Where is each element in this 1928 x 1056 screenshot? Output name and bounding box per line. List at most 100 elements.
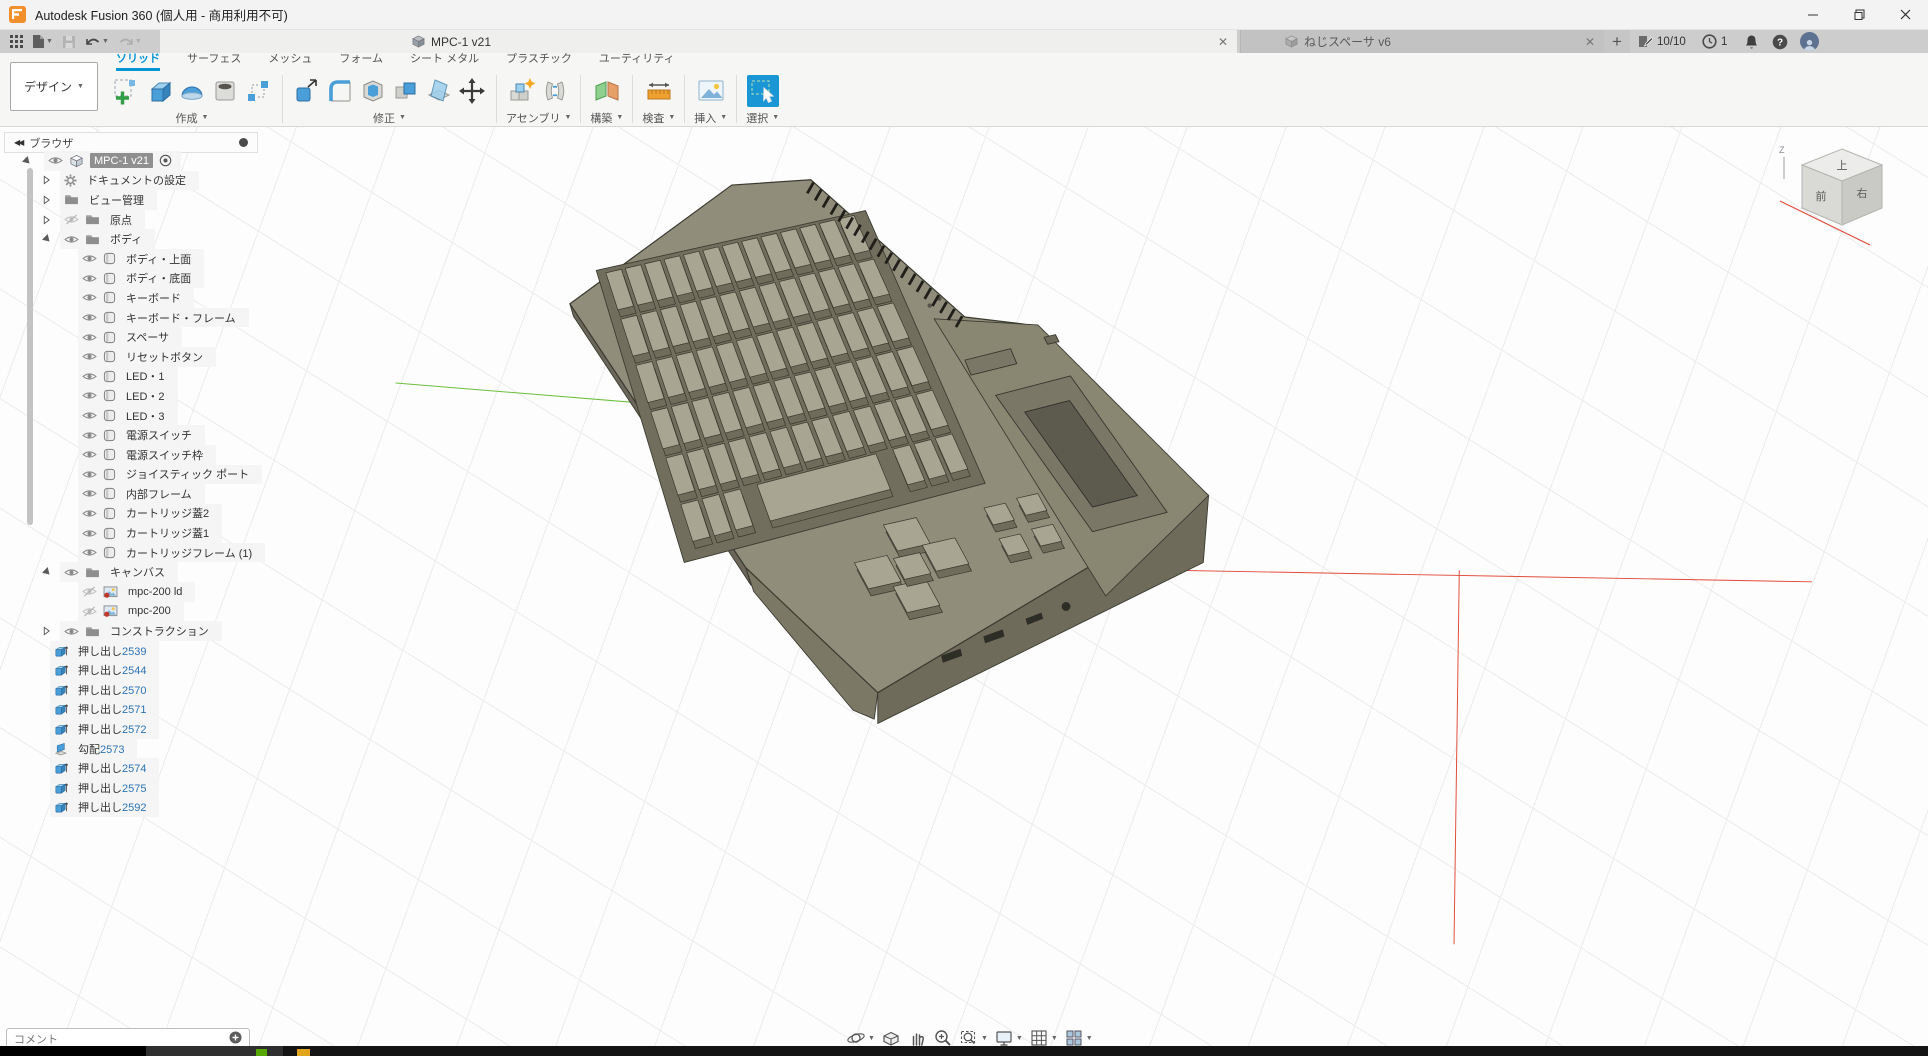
visibility-off-icon[interactable] [82, 606, 97, 617]
file-menu-icon[interactable]: ▼ [29, 34, 56, 49]
visibility-on-icon[interactable] [82, 430, 97, 441]
browser-tree-row[interactable]: 電源スイッチ [4, 425, 258, 445]
visibility-off-icon[interactable] [82, 586, 97, 597]
construction-planes-icon[interactable] [592, 76, 622, 106]
expand-closed-icon[interactable] [42, 195, 51, 205]
look-at-tool[interactable] [881, 1028, 901, 1048]
browser-tree-row[interactable]: カートリッジフレーム (1) [4, 543, 258, 563]
tab-close-icon[interactable]: ✕ [1218, 36, 1228, 48]
new-tab-button[interactable]: + [1604, 30, 1630, 53]
document-tab-mpc1[interactable]: MPC-1 v21 ✕ [160, 30, 1237, 53]
ribbon-tab-utility[interactable]: ユーティリティ [599, 50, 675, 71]
timeline-feature-row[interactable]: 押し出し2570 [4, 680, 258, 700]
visibility-on-icon[interactable] [82, 547, 97, 558]
new-component-icon[interactable] [507, 76, 537, 106]
browser-tree-row[interactable]: リセットボタン [4, 347, 258, 367]
hole-icon[interactable] [210, 76, 240, 106]
pattern-icon[interactable] [243, 76, 273, 106]
close-button[interactable] [1882, 0, 1928, 29]
maximize-button[interactable] [1836, 0, 1882, 29]
edits-quota-badge[interactable]: 10/10 [1638, 30, 1686, 53]
visibility-on-icon[interactable] [82, 351, 97, 362]
pan-tool[interactable] [907, 1028, 927, 1048]
viewcube-face-front[interactable]: 前 [1816, 189, 1827, 203]
group-label[interactable]: アセンブリ▼ [506, 110, 571, 125]
ribbon-tab-surface[interactable]: サーフェス [187, 50, 241, 71]
combine-icon[interactable] [391, 76, 421, 106]
visibility-on-icon[interactable] [82, 449, 97, 460]
visibility-on-icon[interactable] [82, 273, 97, 284]
visibility-on-icon[interactable] [82, 410, 97, 421]
visibility-on-icon[interactable] [82, 508, 97, 519]
group-label[interactable]: 検査▼ [642, 110, 675, 125]
browser-tree-row[interactable]: キーボード [4, 288, 258, 308]
undo-icon[interactable]: ▼ [82, 35, 112, 49]
browser-tree-row[interactable]: コンストラクション [4, 621, 258, 641]
browser-tree-row[interactable]: ドキュメントの設定 [4, 171, 258, 191]
help-button[interactable]: ? [1772, 30, 1788, 53]
browser-header[interactable]: ◀◀ ブラウザ [4, 132, 258, 153]
visibility-on-icon[interactable] [48, 155, 63, 166]
minimize-button[interactable] [1790, 0, 1836, 29]
viewport-canvas[interactable]: Z 上 前 右 ◀◀ ブラウザ MPC-1 v21ドキュメントの設定ビュー管理原… [0, 127, 1928, 1056]
browser-tree-row[interactable]: キャンバス [4, 562, 258, 582]
collapse-panel-icon[interactable]: ◀◀ [14, 138, 22, 147]
insert-canvas-icon[interactable] [696, 76, 726, 106]
timeline-feature-row[interactable]: 勾配2573 [4, 739, 258, 759]
group-label[interactable]: 構築▼ [590, 110, 623, 125]
measure-icon[interactable] [644, 76, 674, 106]
visibility-on-icon[interactable] [82, 488, 97, 499]
expand-closed-icon[interactable] [42, 215, 51, 225]
workspace-selector[interactable]: デザイン ▼ [10, 62, 98, 111]
browser-tree-row[interactable]: ボディ・上面 [4, 249, 258, 269]
browser-tree-row[interactable]: MPC-1 v21 [4, 151, 258, 171]
move-icon[interactable] [457, 76, 487, 106]
expand-closed-icon[interactable] [42, 175, 51, 185]
visibility-on-icon[interactable] [82, 312, 97, 323]
shell-icon[interactable] [358, 76, 388, 106]
timeline-feature-row[interactable]: 押し出し2572 [4, 719, 258, 739]
revolve-icon[interactable] [177, 76, 207, 106]
fit-tool[interactable]: ▼ [959, 1028, 988, 1048]
timeline-feature-row[interactable]: 押し出し2592 [4, 798, 258, 818]
browser-tree-row[interactable]: 電源スイッチ枠 [4, 445, 258, 465]
browser-tree-row[interactable]: ジョイスティック ポート [4, 465, 258, 485]
orbit-tool[interactable]: ▼ [846, 1028, 875, 1048]
select-icon[interactable] [747, 75, 779, 107]
browser-tree-row[interactable]: ボディ・底面 [4, 269, 258, 289]
group-label[interactable]: 作成▼ [176, 110, 209, 125]
viewcube-face-top[interactable]: 上 [1837, 159, 1848, 172]
expand-closed-icon[interactable] [42, 626, 51, 636]
viewports-tool[interactable]: ▼ [1064, 1028, 1093, 1048]
fillet-icon[interactable] [325, 76, 355, 106]
ribbon-tab-solid[interactable]: ソリッド [116, 50, 160, 71]
expand-open-icon[interactable] [22, 156, 32, 166]
browser-tree-row[interactable]: カートリッジ蓋1 [4, 523, 258, 543]
add-comment-icon[interactable] [229, 1031, 242, 1047]
browser-tree-row[interactable]: 内部フレーム [4, 484, 258, 504]
timeline-feature-row[interactable]: 押し出し2544 [4, 660, 258, 680]
browser-tree-row[interactable]: ビュー管理 [4, 190, 258, 210]
timeline-feature-row[interactable]: 押し出し2574 [4, 758, 258, 778]
visibility-on-icon[interactable] [82, 469, 97, 480]
visibility-off-icon[interactable] [64, 214, 79, 225]
joint-icon[interactable] [540, 76, 570, 106]
group-label[interactable]: 選択▼ [746, 110, 779, 125]
ribbon-tab-mesh[interactable]: メッシュ [268, 50, 312, 71]
browser-tree-row[interactable]: LED・2 [4, 386, 258, 406]
ribbon-tab-sheetmetal[interactable]: シート メタル [410, 50, 479, 71]
browser-options-icon[interactable] [239, 138, 248, 147]
model-viewport[interactable] [0, 127, 1928, 1056]
timeline-feature-row[interactable]: 押し出し2571 [4, 700, 258, 720]
visibility-on-icon[interactable] [82, 292, 97, 303]
visibility-on-icon[interactable] [82, 332, 97, 343]
redo-icon[interactable]: ▼ [115, 35, 145, 49]
split-icon[interactable] [424, 76, 454, 106]
expand-open-icon[interactable] [42, 567, 52, 577]
browser-scrollbar[interactable] [27, 168, 33, 525]
group-label[interactable]: 修正▼ [373, 110, 406, 125]
expand-open-icon[interactable] [42, 234, 52, 244]
browser-tree-row[interactable]: LED・3 [4, 406, 258, 426]
browser-tree-row[interactable]: カートリッジ蓋2 [4, 504, 258, 524]
model-msx-computer[interactable] [570, 180, 1209, 724]
